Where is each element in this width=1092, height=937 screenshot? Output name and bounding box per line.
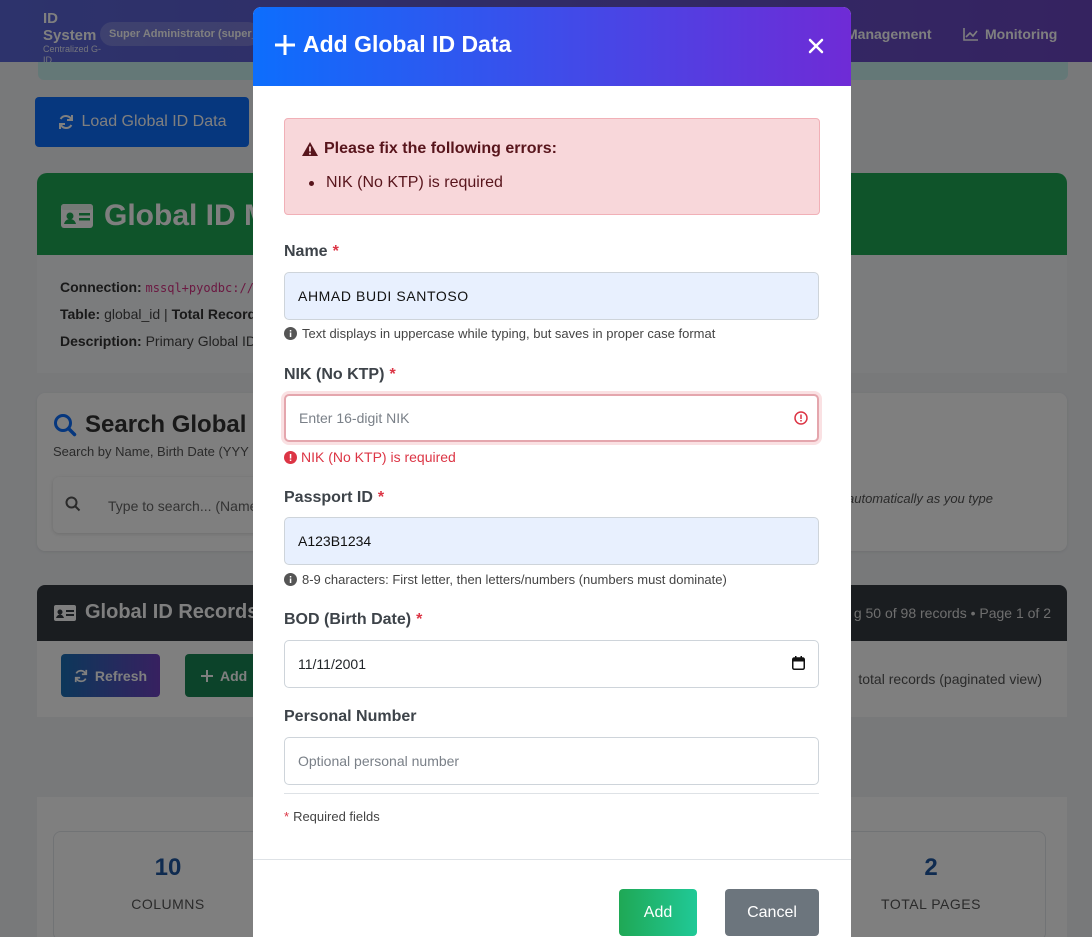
cancel-button-label: Cancel xyxy=(747,903,797,921)
required-marker: * xyxy=(377,489,385,506)
nik-input[interactable]: Enter 16-digit NIK xyxy=(284,394,819,442)
passport-label: Passport ID * xyxy=(284,489,384,507)
info-icon xyxy=(284,573,297,586)
error-icon xyxy=(284,450,297,464)
name-help: Text displays in uppercase while typing,… xyxy=(284,326,715,341)
name-input[interactable]: AHMAD BUDI SANTOSO xyxy=(284,272,819,320)
calendar-icon[interactable] xyxy=(792,656,805,670)
cancel-button[interactable]: Cancel xyxy=(725,889,819,936)
alert-title: Please fix the following errors: xyxy=(302,140,557,158)
add-global-id-modal: Add Global ID Data Please fix the follow… xyxy=(253,7,851,937)
name-help-text: Text displays in uppercase while typing,… xyxy=(302,326,716,341)
personal-number-input[interactable]: Optional personal number xyxy=(284,737,819,785)
required-marker: * xyxy=(332,243,339,260)
personal-number-label: Personal Number xyxy=(284,708,416,726)
name-label-text: Name xyxy=(284,243,328,260)
info-icon xyxy=(284,327,297,340)
bod-value: 11/11/2001 xyxy=(298,656,366,672)
alert-item: NIK (No KTP) is required xyxy=(309,174,503,191)
passport-value: A123B1234 xyxy=(298,533,372,549)
nik-error-text: NIK (No KTP) is required xyxy=(301,449,456,465)
nik-label-text: NIK (No KTP) xyxy=(284,366,385,383)
personal-number-label-text: Personal Number xyxy=(284,708,417,725)
modal-header: Add Global ID Data xyxy=(253,7,851,86)
bod-input[interactable]: 11/11/2001 xyxy=(284,640,819,688)
alert-title-text: Please fix the following errors: xyxy=(324,140,557,157)
required-fields-text: Required fields xyxy=(293,809,380,824)
close-icon[interactable] xyxy=(807,37,825,55)
name-value: AHMAD BUDI SANTOSO xyxy=(298,288,469,304)
required-marker: * xyxy=(416,611,423,628)
error-circle-icon xyxy=(794,411,808,425)
divider xyxy=(284,793,819,794)
name-label: Name * xyxy=(284,243,339,261)
bod-label: BOD (Birth Date) * xyxy=(284,611,422,629)
passport-help: 8-9 characters: First letter, then lette… xyxy=(284,572,727,587)
passport-help-text: 8-9 characters: First letter, then lette… xyxy=(302,572,727,587)
nik-error: NIK (No KTP) is required xyxy=(284,449,456,465)
required-marker: * xyxy=(389,366,396,383)
passport-label-text: Passport ID xyxy=(284,489,373,506)
add-button[interactable]: Add xyxy=(619,889,697,936)
required-fields-note: * Required fields xyxy=(284,809,380,824)
passport-input[interactable]: A123B1234 xyxy=(284,517,819,565)
error-alert: Please fix the following errors: NIK (No… xyxy=(284,118,820,215)
plus-icon xyxy=(275,34,295,55)
modal-title: Add Global ID Data xyxy=(275,31,511,58)
required-marker: * xyxy=(284,809,290,824)
warning-icon xyxy=(302,142,318,156)
personal-number-placeholder: Optional personal number xyxy=(298,753,460,769)
modal-footer: Add Cancel xyxy=(253,859,851,937)
nik-placeholder: Enter 16-digit NIK xyxy=(299,410,410,426)
nik-label: NIK (No KTP) * xyxy=(284,366,396,384)
bod-label-text: BOD (Birth Date) xyxy=(284,611,412,628)
add-button-label: Add xyxy=(643,903,673,921)
modal-title-text: Add Global ID Data xyxy=(303,31,512,57)
